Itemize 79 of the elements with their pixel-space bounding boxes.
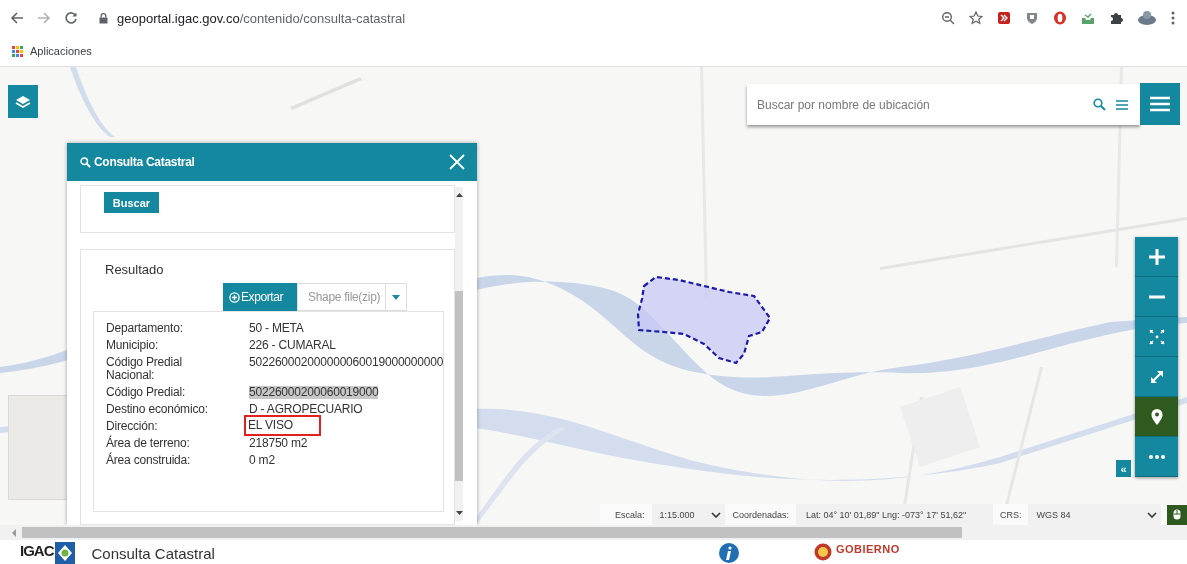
search-field[interactable]: Buscar por nombre de ubicación <box>747 84 1140 125</box>
highlighted-value: EL VISO <box>246 417 319 434</box>
shield-icon[interactable] <box>1025 11 1039 25</box>
menu-button[interactable] <box>1140 83 1180 125</box>
crs-label: CRS: <box>998 509 1023 520</box>
list-icon[interactable] <box>1116 99 1128 110</box>
page-title: Consulta Catastral <box>91 544 215 562</box>
opera-icon[interactable] <box>1053 11 1067 25</box>
more-icon <box>1147 454 1166 459</box>
scroll-down-icon[interactable] <box>455 511 463 515</box>
extent-icon <box>1147 327 1166 346</box>
reload-icon[interactable] <box>64 11 78 25</box>
field-value: 218750 m2 <box>249 437 308 450</box>
mouse-button[interactable] <box>1167 504 1187 525</box>
search-input[interactable]: Buscar por nombre de ubicación <box>757 97 1083 112</box>
search-button[interactable]: Buscar <box>104 192 159 213</box>
chevron-down-icon <box>711 511 722 518</box>
globe-icon <box>54 542 75 564</box>
field-label: Dirección: <box>106 420 159 433</box>
collapse-button[interactable]: « <box>1116 460 1131 477</box>
lock-icon <box>99 12 108 24</box>
field-label: Área de terreno: <box>106 437 191 450</box>
field-value: 226 - CUMARAL <box>249 339 336 352</box>
search-icon[interactable] <box>1093 98 1106 111</box>
back-icon[interactable] <box>10 11 24 25</box>
field-label: Destino económico: <box>106 403 209 416</box>
scroll-left-icon[interactable] <box>12 528 16 537</box>
location-button[interactable] <box>1135 397 1178 437</box>
field-value: D - AGROPECUARIO <box>249 403 363 416</box>
star-icon[interactable] <box>969 11 983 25</box>
export-button[interactable]: Exportar <box>223 283 297 311</box>
field-value: 50226000200060019000 <box>249 386 379 399</box>
field-value: 50 - META <box>249 322 304 335</box>
field-value: 502260002000000060019000000000 <box>249 356 444 369</box>
field-label: Código Predial Nacional: <box>106 356 183 382</box>
layers-icon <box>15 94 31 109</box>
zoom-out-button[interactable] <box>1135 277 1178 317</box>
scrollbar-thumb[interactable] <box>22 527 962 538</box>
igac-logo: IGAC <box>20 540 75 564</box>
apps-icon <box>12 45 23 57</box>
coordinates-field: Lat: 04° 10' 01,89" Lng: -073° 17' 51,62" <box>796 504 993 525</box>
result-heading: Resultado <box>105 262 165 277</box>
avatar-icon[interactable] <box>1137 10 1157 26</box>
scrollbar-thumb[interactable] <box>455 291 463 481</box>
more-button[interactable] <box>1135 437 1178 477</box>
extent-button[interactable] <box>1135 317 1178 357</box>
dialog-title: Consulta Catastral <box>94 155 196 169</box>
close-icon[interactable] <box>449 154 465 170</box>
menu-icon <box>1150 96 1170 112</box>
mouse-icon <box>1173 509 1182 520</box>
address-bar[interactable]: geoportal.igac.gov.co/contenido/consulta-catastral <box>117 10 406 26</box>
layers-button[interactable] <box>8 85 38 118</box>
chevron-down-icon <box>1147 511 1158 518</box>
scale-dropdown[interactable]: 1:15.000 <box>651 504 726 525</box>
field-label: Municipio: <box>106 339 160 352</box>
field-label: Departamento: <box>106 322 184 335</box>
caret-icon <box>392 294 401 300</box>
seal-icon <box>813 543 832 561</box>
extension-icon[interactable] <box>997 11 1011 25</box>
government-logo: GOBIERNO <box>813 540 900 561</box>
fullscreen-button[interactable] <box>1135 357 1178 397</box>
search-icon <box>80 156 91 168</box>
plus-circle-icon <box>229 291 240 303</box>
field-label: Código Predial: <box>106 386 187 399</box>
minus-icon <box>1147 294 1166 299</box>
tray-icon[interactable] <box>1081 11 1095 25</box>
zoom-in-button[interactable] <box>1135 237 1178 277</box>
zoom-icon[interactable] <box>941 11 955 25</box>
crs-dropdown[interactable]: WGS 84 <box>1028 504 1162 525</box>
field-label: Área construida: <box>106 454 192 467</box>
coordinates-label: Coordenadas: <box>731 509 790 520</box>
info-icon[interactable] <box>718 543 739 563</box>
scale-label: Escala: <box>614 509 646 520</box>
bookmark-link[interactable]: Aplicaciones <box>12 45 92 57</box>
more-menu-icon[interactable] <box>1171 11 1175 25</box>
scroll-up-icon[interactable] <box>455 193 463 197</box>
plus-icon <box>1147 247 1166 266</box>
field-value: 0 m2 <box>249 454 275 467</box>
puzzle-icon[interactable] <box>1109 11 1123 25</box>
